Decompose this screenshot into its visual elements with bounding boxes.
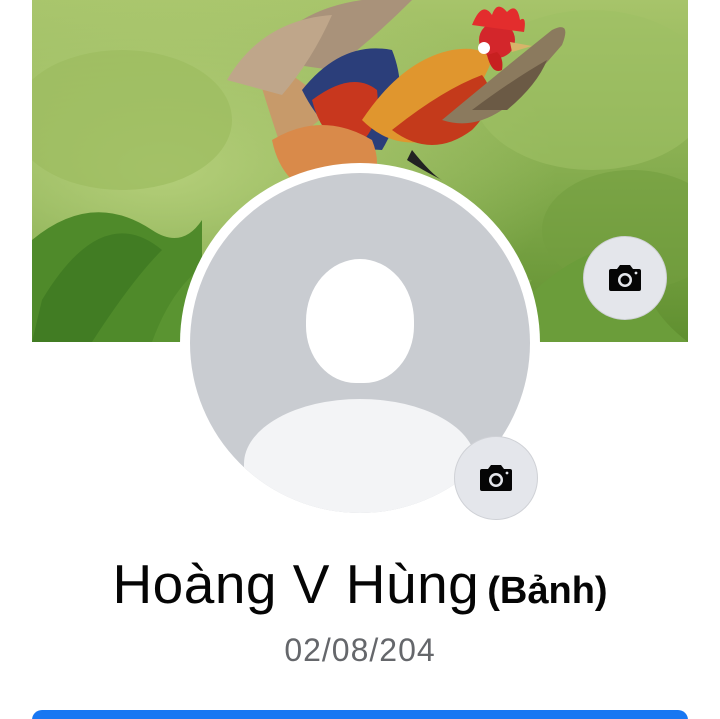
profile-name-main: Hoàng V Hùng <box>112 553 480 615</box>
edit-cover-photo-button[interactable] <box>583 236 667 320</box>
camera-icon <box>480 465 512 491</box>
default-avatar-body <box>244 399 476 513</box>
edit-profile-picture-button[interactable] <box>454 436 538 520</box>
default-avatar-icon <box>306 259 414 383</box>
camera-icon <box>609 265 641 291</box>
profile-page: Hoàng V Hùng (Bảnh) 02/08/204 <box>0 0 720 719</box>
primary-action-button[interactable] <box>32 710 688 719</box>
profile-subtext: 02/08/204 <box>284 632 436 668</box>
profile-name: Hoàng V Hùng (Bảnh) <box>0 552 720 616</box>
profile-alternate-name: (Bảnh) <box>487 570 608 612</box>
